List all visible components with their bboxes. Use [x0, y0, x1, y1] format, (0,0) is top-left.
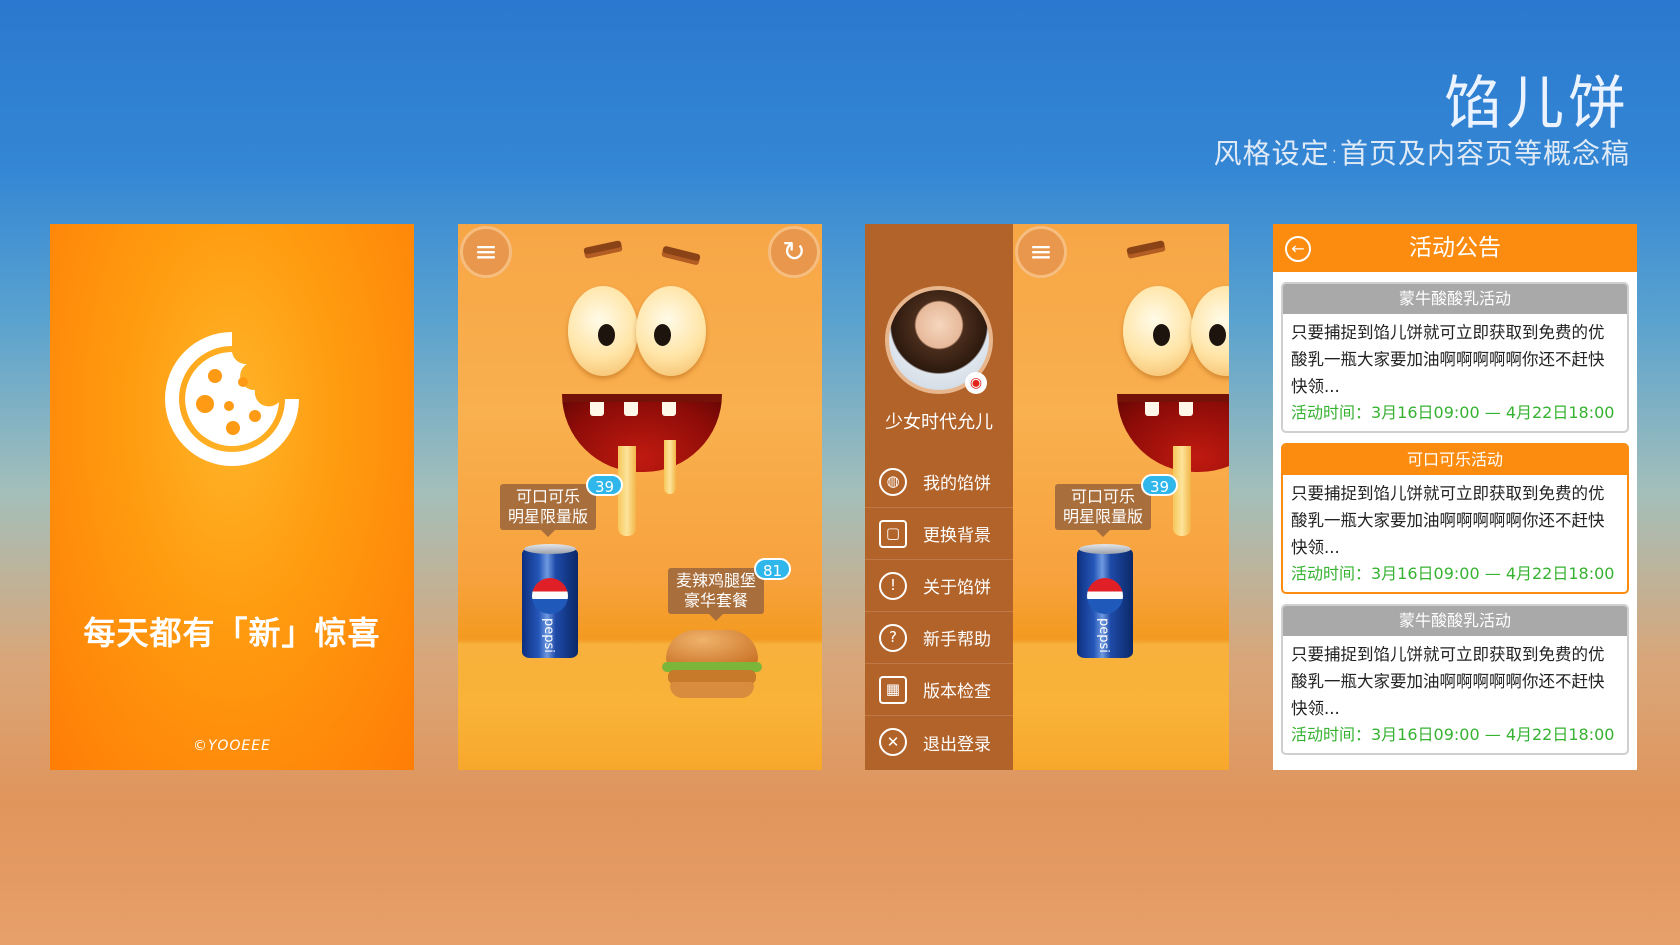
page-title: 馅儿饼	[1443, 69, 1630, 137]
announcement-header: ← 活动公告	[1273, 224, 1637, 272]
announcement-title: 活动公告	[1409, 235, 1501, 261]
item-label-cola[interactable]: 可口可乐 明星限量版	[500, 484, 597, 537]
weibo-icon: ◉	[965, 372, 987, 394]
menu-item-change-background[interactable]: ▢ 更换背景	[865, 508, 1013, 560]
brand-mark: ©YOOEEE	[193, 738, 271, 754]
splash-slogan: 每天都有「新」惊喜	[83, 614, 381, 652]
pepsi-can[interactable]: pepsi	[522, 544, 578, 658]
count-badge: 81	[754, 558, 792, 580]
left-eye	[1123, 286, 1193, 376]
menu-button[interactable]: ≡	[1015, 226, 1067, 278]
menu-item-my-pies[interactable]: ◍ 我的馅饼	[865, 456, 1013, 508]
menu-item-about[interactable]: ! 关于馅饼	[865, 560, 1013, 612]
background-icon: ▢	[879, 519, 907, 548]
burger[interactable]	[662, 630, 762, 700]
menu-item-logout[interactable]: ✕ 退出登录	[865, 716, 1013, 768]
menu-icon: ≡	[474, 235, 498, 268]
left-eye	[568, 286, 638, 376]
drawer-menu: ◍ 我的馅饼 ▢ 更换背景 ! 关于馅饼 ? 新手帮助 ▦ 版本检查 ✕ 退出登录	[865, 456, 1013, 768]
announcement-card[interactable]: 可口可乐活动 只要捕捉到馅儿饼就可立即获取到免费的优酸乳一瓶大家要加油啊啊啊啊啊…	[1281, 443, 1629, 594]
count-badge: 39	[586, 474, 624, 496]
refresh-icon: ↻	[782, 235, 806, 268]
card-body: 只要捕捉到馅儿饼就可立即获取到免费的优酸乳一瓶大家要加油啊啊啊啊啊你还不赶快快领…	[1291, 484, 1605, 557]
refresh-button[interactable]: ↻	[768, 226, 820, 278]
announcement-screen: ← 活动公告 蒙牛酸酸乳活动 只要捕捉到馅儿饼就可立即获取到免费的优酸乳一瓶大家…	[1273, 224, 1637, 770]
item-label-burger[interactable]: 麦辣鸡腿堡 豪华套餐	[668, 568, 765, 621]
menu-icon: ≡	[1029, 235, 1053, 268]
item-label-cola[interactable]: 可口可乐 明星限量版	[1055, 484, 1152, 537]
right-eye	[636, 286, 706, 376]
menu-item-version-check[interactable]: ▦ 版本检查	[865, 664, 1013, 716]
splash-screen: 每天都有「新」惊喜 ©YOOEEE	[50, 224, 414, 770]
logout-icon: ✕	[879, 728, 907, 756]
card-time: 活动时间：3月16日09:00 — 4月22日18:00	[1291, 725, 1615, 744]
help-icon: ?	[879, 623, 907, 652]
card-title: 蒙牛酸酸乳活动	[1283, 284, 1627, 314]
card-title: 蒙牛酸酸乳活动	[1283, 606, 1627, 636]
cookie-icon: ◍	[879, 467, 907, 496]
username: 少女时代允儿	[885, 412, 993, 433]
count-badge: 39	[1141, 474, 1179, 496]
pepsi-can[interactable]: pepsi	[1077, 544, 1133, 658]
back-icon[interactable]: ←	[1285, 236, 1311, 262]
card-time: 活动时间：3月16日09:00 — 4月22日18:00	[1291, 564, 1615, 583]
info-icon: !	[879, 571, 907, 600]
announcement-card[interactable]: 蒙牛酸酸乳活动 只要捕捉到馅儿饼就可立即获取到免费的优酸乳一瓶大家要加油啊啊啊啊…	[1281, 604, 1629, 755]
announcement-card[interactable]: 蒙牛酸酸乳活动 只要捕捉到馅儿饼就可立即获取到免费的优酸乳一瓶大家要加油啊啊啊啊…	[1281, 282, 1629, 433]
cheese-drip	[664, 440, 676, 494]
card-body: 只要捕捉到馅儿饼就可立即获取到免费的优酸乳一瓶大家要加油啊啊啊啊啊你还不赶快快领…	[1291, 645, 1605, 718]
card-time: 活动时间：3月16日09:00 — 4月22日18:00	[1291, 403, 1615, 422]
home-screen: ≡ ↻ 可口可乐 明星限量版 39 pepsi 麦辣鸡腿堡 豪华套餐 81	[458, 224, 822, 770]
calendar-icon: ▦	[879, 675, 907, 704]
side-drawer: ◉ 少女时代允儿 ◍ 我的馅饼 ▢ 更换背景 ! 关于馅饼 ? 新手帮助 ▦ 版本检查 ✕…	[865, 224, 1013, 770]
card-body: 只要捕捉到馅儿饼就可立即获取到免费的优酸乳一瓶大家要加油啊啊啊啊啊你还不赶快快领…	[1291, 323, 1605, 396]
drawer-screen: ≡ 可口可乐 明星限量版 39 pepsi ◉ 少女时代允儿 ◍ 我的馅饼 ▢ 更换…	[865, 224, 1229, 770]
card-title: 可口可乐活动	[1283, 445, 1627, 475]
page-subtitle: 风格设定:首页及内容页等概念稿	[1213, 137, 1630, 170]
menu-item-help[interactable]: ? 新手帮助	[865, 612, 1013, 664]
cookie-icon	[165, 332, 299, 466]
menu-button[interactable]: ≡	[460, 226, 512, 278]
